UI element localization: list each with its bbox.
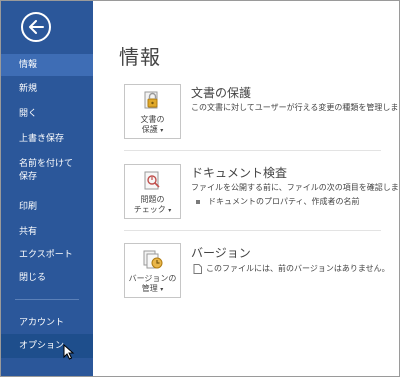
lock-key-icon <box>144 91 158 109</box>
backstage-sidebar: 情報 新規 開く 上書き保存 名前を付けて 保存 印刷 共有 エクスポート 閉じ… <box>1 1 93 376</box>
check-for-issues-button[interactable]: 問題の チェック ▾ <box>124 164 181 219</box>
sidebar-item-export[interactable]: エクスポート <box>1 244 93 266</box>
versions-title: バージョン <box>191 246 251 260</box>
sidebar-item-print[interactable]: 印刷 <box>1 196 93 218</box>
versions-bullet: このファイルには、前のバージョンはありません。 <box>206 264 390 273</box>
inspect-document-description: ファイルを公開する前に、ファイルの次の項目を確認します。 <box>191 183 400 192</box>
sidebar-divider <box>15 299 79 300</box>
page-title: 情報 <box>119 45 161 69</box>
back-button[interactable] <box>21 12 51 42</box>
chevron-down-icon: ▾ <box>160 286 164 293</box>
chevron-down-icon: ▾ <box>168 207 172 214</box>
section-divider <box>124 150 381 151</box>
chevron-down-icon: ▾ <box>160 127 164 134</box>
protect-document-title: 文書の保護 <box>191 86 252 100</box>
inspect-document-bullet: ドキュメントのプロパティ、作成者の名前 <box>208 197 360 206</box>
protect-document-label-line2: 保護 <box>141 125 158 134</box>
sidebar-item-new[interactable]: 新規 <box>1 78 93 100</box>
manage-versions-button[interactable]: バージョンの 管理 ▾ <box>124 243 181 298</box>
inspect-document-title: ドキュメント検査 <box>191 166 288 180</box>
sidebar-item-save[interactable]: 上書き保存 <box>1 128 93 150</box>
sidebar-item-options[interactable]: オプション <box>1 334 93 358</box>
protect-document-button[interactable]: 文書の 保護 ▾ <box>124 84 181 139</box>
check-for-issues-label-line1: 問題の <box>140 195 165 204</box>
sidebar-item-info[interactable]: 情報 <box>1 54 93 76</box>
check-for-issues-label-line2: チェック <box>133 205 166 214</box>
arrow-left-icon <box>29 20 44 34</box>
protect-document-description: この文書に対してユーザーが行える変更の種類を管理します。 <box>191 103 400 112</box>
sidebar-item-share[interactable]: 共有 <box>1 221 93 243</box>
sidebar-item-save-as-line2[interactable]: 保存 <box>1 171 93 185</box>
bullet-icon <box>196 199 200 204</box>
sidebar-item-open[interactable]: 開く <box>1 103 93 125</box>
versions-icon <box>143 250 163 269</box>
sidebar-item-account[interactable]: アカウント <box>1 312 93 334</box>
backstage-view: 情報 新規 開く 上書き保存 名前を付けて 保存 印刷 共有 エクスポート 閉じ… <box>0 0 400 377</box>
manage-versions-label-line2: 管理 <box>141 284 158 293</box>
inspect-document-icon <box>144 171 160 190</box>
document-icon <box>193 263 202 274</box>
mouse-pointer-icon <box>63 344 75 360</box>
section-divider <box>124 230 381 231</box>
manage-versions-label-line1: バージョンの <box>128 274 177 283</box>
sidebar-item-save-as-line1[interactable]: 名前を付けて <box>1 158 93 172</box>
sidebar-item-close[interactable]: 閉じる <box>1 267 93 289</box>
protect-document-label-line1: 文書の <box>140 115 165 124</box>
